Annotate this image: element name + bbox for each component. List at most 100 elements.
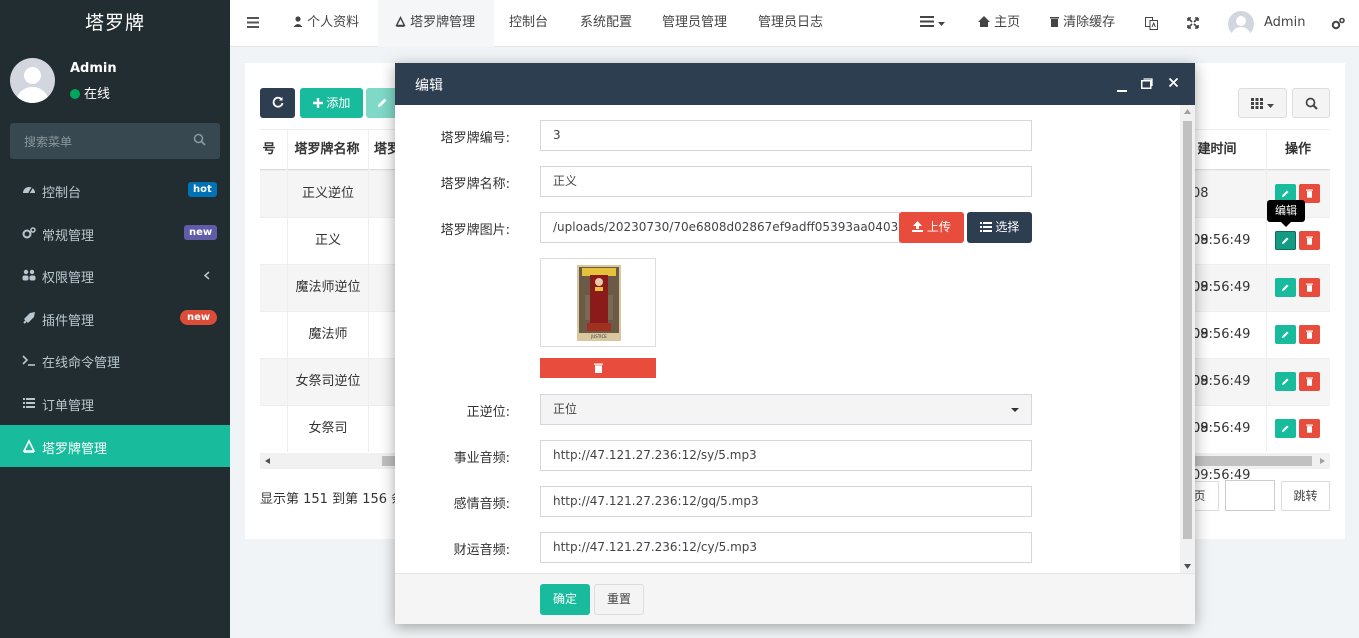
row-name: 女祭司 <box>308 421 348 436</box>
confirm-button[interactable]: 确定 <box>540 584 590 615</box>
row-delete-button[interactable] <box>1299 231 1320 250</box>
chevron-left-icon <box>204 271 210 280</box>
career-audio-input[interactable]: http://47.121.27.236:12/sy/5.mp3 <box>540 440 1032 471</box>
caret-down-icon <box>1011 408 1019 412</box>
trash-icon <box>1050 17 1059 27</box>
new-badge: new <box>180 310 218 325</box>
sidebar-item-dashboard[interactable]: 控制台 hot <box>0 169 230 211</box>
col-name-header[interactable]: 塔罗牌名称 <box>287 126 367 173</box>
tabs-dropdown[interactable] <box>920 0 946 47</box>
row-edit-button[interactable] <box>1275 231 1296 250</box>
row-edit-button[interactable] <box>1275 372 1296 391</box>
jump-button[interactable]: 跳转 <box>1281 481 1330 511</box>
refresh-button[interactable] <box>260 88 295 118</box>
name-input[interactable]: 正义 <box>540 166 1032 197</box>
trash-icon <box>1306 330 1313 339</box>
cards-icon <box>22 439 36 453</box>
list-icon <box>979 222 992 232</box>
image-label: 塔罗牌图片: <box>440 223 510 238</box>
columns-toggle[interactable] <box>1238 88 1287 118</box>
tab-admin-log[interactable]: 管理员日志 <box>758 0 823 47</box>
orientation-select[interactable]: 正位 <box>540 394 1032 425</box>
edit-selected-button[interactable] <box>366 88 398 118</box>
pencil-icon <box>1282 237 1289 244</box>
upload-button[interactable]: 上传 <box>899 212 964 243</box>
refresh-icon <box>272 96 283 108</box>
clear-cache-button[interactable]: 清除缓存 <box>1050 0 1115 47</box>
user-status: 在线 <box>70 83 110 102</box>
close-icon[interactable] <box>1169 78 1178 87</box>
love-audio-label: 感情音频: <box>453 497 510 512</box>
id-input[interactable]: 3 <box>540 120 1032 151</box>
scroll-thumb[interactable] <box>1183 121 1192 539</box>
col-time-header[interactable]: 建时间 <box>1192 126 1242 173</box>
caret-down-icon <box>938 22 946 26</box>
row-delete-button[interactable] <box>1299 372 1320 391</box>
tab-dashboard[interactable]: 控制台 <box>509 0 548 47</box>
tab-system-config[interactable]: 系统配置 <box>580 0 632 47</box>
trash-icon <box>1306 283 1313 292</box>
row-delete-button[interactable] <box>1299 419 1320 438</box>
choose-button[interactable]: 选择 <box>967 212 1032 243</box>
sidebar-item-plugins[interactable]: 插件管理 new <box>0 297 230 339</box>
row-delete-button[interactable] <box>1299 325 1320 344</box>
minimize-icon[interactable] <box>1117 83 1127 92</box>
rocket-icon <box>23 312 35 324</box>
app-logo[interactable]: 塔罗牌 <box>0 0 230 47</box>
row-edit-button[interactable] <box>1275 419 1296 438</box>
tarot-card-justice-image: JUSTICE <box>577 265 621 341</box>
sidebar-item-orders[interactable]: 订单管理 <box>0 382 230 424</box>
image-preview[interactable]: JUSTICE <box>540 258 656 347</box>
translate-icon[interactable] <box>1145 17 1158 30</box>
arrow-down-icon[interactable] <box>1184 564 1191 569</box>
user-icon <box>293 16 303 27</box>
maximize-icon[interactable] <box>1141 78 1153 89</box>
hamburger-icon[interactable] <box>247 17 259 28</box>
home-icon <box>978 16 990 27</box>
arrow-right-icon[interactable] <box>1320 458 1325 464</box>
col-id-header[interactable]: 号 <box>258 126 280 173</box>
career-audio-label: 事业音频: <box>453 451 510 466</box>
search-toggle-button[interactable] <box>1292 88 1330 118</box>
image-path-input[interactable]: /uploads/20230730/70e6808d02867ef9adff05… <box>540 212 900 243</box>
reset-button[interactable]: 重置 <box>594 584 644 615</box>
row-time: 08 09:56:49 <box>1192 421 1251 483</box>
row-edit-button[interactable] <box>1275 325 1296 344</box>
tab-profile[interactable]: 个人资料 <box>278 0 378 47</box>
add-button[interactable]: 添加 <box>300 88 363 118</box>
sidebar-search[interactable]: 搜索菜单 <box>10 123 220 159</box>
row-edit-button[interactable] <box>1275 278 1296 297</box>
admin-menu[interactable]: Admin <box>1264 0 1305 47</box>
love-audio-input[interactable]: http://47.121.27.236:12/gq/5.mp3 <box>540 486 1032 517</box>
wealth-audio-input[interactable]: http://47.121.27.236:12/cy/5.mp3 <box>540 532 1032 563</box>
cards-icon <box>395 15 406 27</box>
plus-icon <box>312 98 323 108</box>
modal-scrollbar[interactable] <box>1180 105 1195 573</box>
sidebar-item-permissions[interactable]: 权限管理 <box>0 254 230 296</box>
sidebar-item-tarot[interactable]: 塔罗牌管理 <box>0 425 230 467</box>
row-delete-button[interactable] <box>1299 278 1320 297</box>
sidebar-item-general[interactable]: 常规管理 new <box>0 212 230 254</box>
sidebar: 塔罗牌 Admin 在线 搜索菜单 控制台 hot 常规管理 new 权限管理 … <box>0 0 230 638</box>
new-badge: new <box>184 225 218 240</box>
row-time: 08 09:56:49 <box>1192 233 1251 295</box>
tab-admin-manage[interactable]: 管理员管理 <box>662 0 727 47</box>
search-icon[interactable] <box>193 133 206 146</box>
edit-tooltip: 编辑 <box>1267 200 1305 222</box>
remove-image-button[interactable] <box>540 358 656 378</box>
row-name: 正义 <box>314 233 341 248</box>
sidebar-item-command[interactable]: 在线命令管理 <box>0 339 230 381</box>
arrow-left-icon[interactable] <box>265 458 270 464</box>
page-jump-input[interactable] <box>1225 480 1275 511</box>
online-dot-icon <box>70 89 80 99</box>
tab-tarot[interactable]: 塔罗牌管理 <box>378 0 494 47</box>
home-link[interactable]: 主页 <box>978 0 1020 47</box>
admin-avatar[interactable] <box>1228 11 1254 37</box>
id-label: 塔罗牌编号: <box>440 131 510 146</box>
arrow-up-icon[interactable] <box>1184 109 1191 114</box>
svg-text:JUSTICE: JUSTICE <box>590 334 607 339</box>
fullscreen-icon[interactable] <box>1187 17 1199 29</box>
modal-header[interactable]: 编辑 <box>395 63 1195 105</box>
cogs-icon[interactable] <box>1331 17 1345 30</box>
row-name: 魔法师 <box>308 327 348 342</box>
